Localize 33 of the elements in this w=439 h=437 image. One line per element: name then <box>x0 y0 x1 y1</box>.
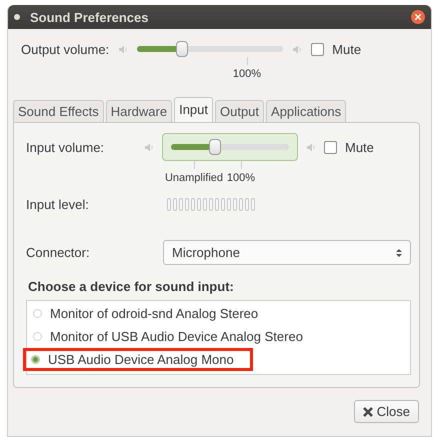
close-button[interactable]: Close <box>354 400 419 423</box>
microphone-high-icon <box>306 142 316 152</box>
mute-checkbox[interactable]: Mute <box>324 140 374 154</box>
tab[interactable]: Applications <box>266 100 346 122</box>
slider-thumb[interactable] <box>176 41 188 57</box>
window-title: Sound Preferences <box>30 10 150 24</box>
close-icon <box>362 406 373 416</box>
scale-label: 100% <box>226 172 256 184</box>
device-option[interactable]: USB Audio Device Analog Mono <box>23 348 253 371</box>
tab[interactable]: Sound Effects <box>13 100 104 122</box>
slider-track[interactable] <box>137 41 284 57</box>
close-icon[interactable] <box>411 10 425 24</box>
slider-thumb[interactable] <box>208 139 221 155</box>
microphone-low-icon <box>144 142 154 152</box>
tab[interactable]: Hardware <box>106 100 172 122</box>
tab[interactable]: Output <box>215 100 264 122</box>
speaker-low-icon <box>118 44 128 54</box>
input-volume-label: Input volume: <box>26 140 106 154</box>
mute-checkbox[interactable]: Mute <box>311 42 362 56</box>
input-level-label: Input level: <box>26 197 90 212</box>
output-volume-label: Output volume: <box>21 42 110 56</box>
speaker-high-icon <box>292 44 302 54</box>
scale-label: 100% <box>232 68 262 80</box>
window-menu-icon[interactable] <box>14 14 20 20</box>
device-option[interactable]: Monitor of USB Audio Device Analog Stereo <box>27 325 309 348</box>
connector-dropdown[interactable]: Microphone <box>163 240 411 265</box>
spinner-arrows-icon <box>396 248 402 258</box>
tab[interactable]: Input <box>174 97 213 122</box>
device-option[interactable]: Monitor of odroid-snd Analog Stereo <box>27 302 264 325</box>
connector-label: Connector: <box>26 245 91 260</box>
section-heading: Choose a device for sound input: <box>28 279 235 294</box>
scale-label: Unamplified <box>164 172 224 184</box>
slider-track[interactable] <box>171 139 289 155</box>
